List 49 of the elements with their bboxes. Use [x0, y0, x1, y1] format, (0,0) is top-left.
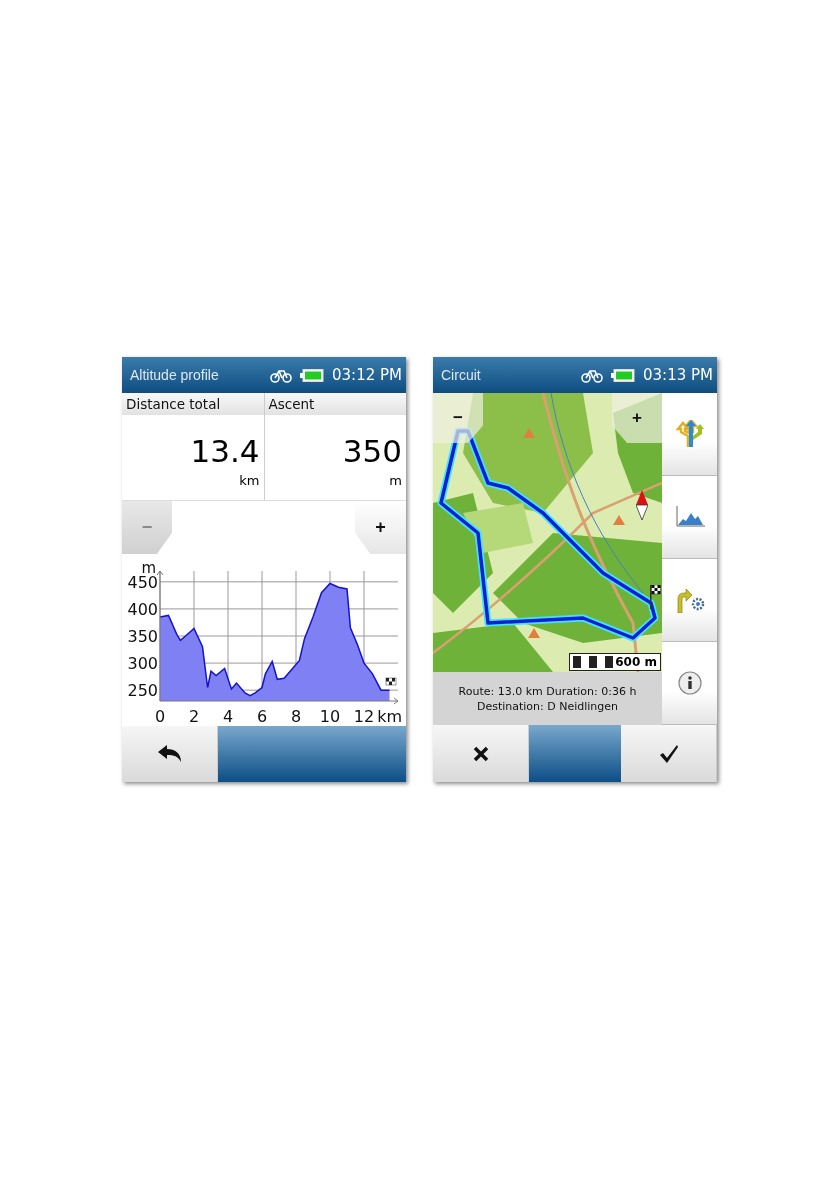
clock-time: 03:12 PM: [332, 366, 402, 384]
clock-time: 03:13 PM: [643, 366, 713, 384]
route-info-text: Route: 13.0 km Duration: 0:36 h: [458, 683, 637, 699]
altitude-profile-button[interactable]: [662, 476, 717, 559]
x-tick-label: 4: [222, 707, 234, 726]
y-tick-label: 250: [127, 681, 158, 701]
zoom-out-button[interactable]: −: [433, 393, 483, 443]
finish-flag-icon: [385, 677, 397, 686]
x-tick-label: 6: [256, 707, 268, 726]
x-tick-label: 0: [154, 707, 166, 726]
split-arrows-icon: [675, 420, 704, 448]
zoom-in-button[interactable]: +: [612, 393, 662, 443]
bicycle-icon: [581, 367, 603, 383]
close-icon: [472, 745, 489, 762]
turn-arrow-gear-icon: [674, 587, 705, 613]
battery-icon: [611, 368, 635, 382]
info-icon: [677, 671, 702, 695]
stat-unit: m: [388, 473, 403, 488]
compass-icon: [636, 490, 648, 520]
bicycle-icon: [270, 367, 292, 383]
route-settings-button[interactable]: [662, 559, 717, 642]
info-button[interactable]: [662, 642, 717, 725]
back-arrow-icon: [157, 745, 182, 763]
checkmark-icon: [658, 744, 679, 763]
x-tick-label: 12: [353, 707, 375, 726]
x-tick-label: 8: [290, 707, 302, 726]
battery-icon: [300, 368, 324, 382]
screen-title: Altitude profile: [130, 367, 219, 383]
x-axis-label: km: [377, 707, 402, 726]
scale-ruler-icon: [573, 656, 614, 668]
x-tick-label: 2: [188, 707, 200, 726]
finish-flag-icon: [649, 585, 661, 609]
y-tick-label: 350: [127, 627, 158, 646]
stat-label: Ascent: [264, 393, 406, 415]
stat-value: 13.4: [189, 433, 261, 469]
scale-label: 600 m: [615, 655, 657, 669]
stat-label: Distance total: [122, 393, 264, 415]
route-options-button[interactable]: [662, 393, 717, 476]
x-tick-label: 10: [319, 707, 341, 726]
stat-value: 350: [341, 433, 403, 469]
cancel-button[interactable]: [433, 725, 529, 782]
y-tick-label: 400: [127, 599, 158, 619]
y-tick-label: 300: [127, 654, 158, 674]
route-info-text: Destination: D Neidlingen: [476, 698, 619, 714]
screen-title: Circuit: [441, 367, 481, 383]
back-button[interactable]: [122, 726, 218, 782]
mountain-chart-icon: [674, 506, 705, 528]
stat-unit: km: [238, 473, 261, 488]
zoom-in-button[interactable]: +: [355, 501, 406, 554]
